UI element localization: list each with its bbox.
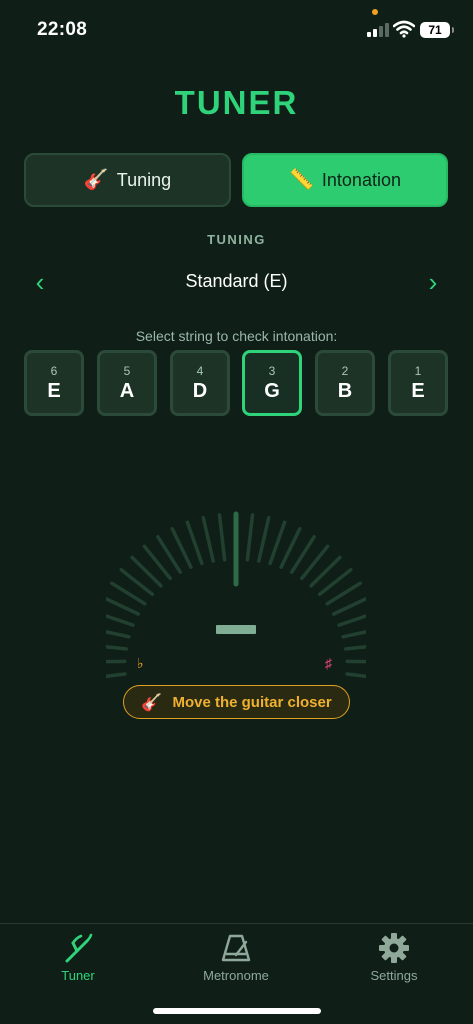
- status-bar: 22:08 71: [0, 0, 473, 60]
- string-note: A: [119, 380, 135, 402]
- string-number: 5: [123, 364, 131, 378]
- gauge-tick: [89, 672, 127, 681]
- string-note: B: [337, 380, 353, 402]
- tab-metronome[interactable]: Metronome: [176, 932, 296, 983]
- string-note: E: [411, 380, 425, 402]
- guitar-icon: 🎸: [83, 169, 109, 191]
- pitch-indicator: [216, 625, 256, 634]
- tab-label: Settings: [370, 968, 418, 983]
- signal-warning-badge: 🎸 Move the guitar closer: [123, 685, 350, 719]
- gauge-tick: [268, 520, 287, 566]
- string-button-4[interactable]: 4 D: [170, 350, 230, 416]
- home-indicator: [153, 1008, 321, 1014]
- tuning-selector: ‹ Standard (E) ›: [0, 262, 473, 302]
- tuning-mode-label: Tuning: [116, 169, 172, 190]
- gauge-tick: [345, 672, 383, 681]
- flat-icon: ♭: [137, 655, 144, 671]
- signal-warning-text: Move the guitar closer: [172, 693, 332, 711]
- string-number: 1: [414, 364, 422, 378]
- string-button-5[interactable]: 5 A: [97, 350, 157, 416]
- ruler-icon: 📏: [289, 169, 314, 191]
- gauge-tick: [344, 643, 384, 651]
- tuning-mode-button[interactable]: 🎸 Tuning: [24, 153, 231, 207]
- intonation-mode-button[interactable]: 📏 Intonation: [242, 153, 448, 207]
- gauge-tick: [245, 513, 255, 562]
- gauge-tick: [185, 520, 204, 566]
- next-tuning-button[interactable]: ›: [418, 267, 448, 297]
- gauge-tick: [201, 515, 215, 563]
- gauge-tick: [337, 611, 377, 627]
- string-note: G: [264, 380, 280, 402]
- gauge-tick: [88, 643, 128, 651]
- tab-label: Tuner: [61, 968, 95, 983]
- string-button-2[interactable]: 2 B: [315, 350, 375, 416]
- string-button-6[interactable]: 6 E: [24, 350, 84, 416]
- tuner-screen: 22:08 71 TUNER 🎸 Tuning 📏 Intonation TUN…: [0, 0, 473, 1024]
- string-number: 6: [50, 364, 58, 378]
- tab-tuner[interactable]: Tuner: [18, 932, 138, 983]
- gauge-tick: [257, 515, 271, 563]
- gauge-tick: [102, 596, 141, 616]
- tuning-gauge: [88, 500, 384, 681]
- intonation-mode-label: Intonation: [321, 169, 401, 190]
- gauge-ticks: [88, 511, 384, 681]
- string-button-1[interactable]: 1 E: [388, 350, 448, 416]
- string-number: 4: [196, 364, 204, 378]
- metronome-icon: [221, 934, 251, 962]
- tab-settings[interactable]: Settings: [334, 932, 454, 983]
- signal-icon: [367, 23, 389, 37]
- sharp-icon: ♯: [325, 655, 332, 671]
- gauge-tick: [341, 627, 381, 639]
- guitar-icon: 🎸: [141, 692, 163, 712]
- string-button-3[interactable]: 3 G: [242, 350, 302, 416]
- gear-icon: [379, 933, 409, 963]
- camera-indicator-icon: [372, 9, 378, 15]
- string-number: 2: [341, 364, 349, 378]
- tab-label: Metronome: [203, 968, 269, 983]
- tuning-name: Standard (E): [185, 271, 288, 291]
- tuning-section-label: TUNING: [207, 232, 266, 247]
- page-title: TUNER: [174, 84, 299, 121]
- string-selector: 6 E 5 A 4 D 3 G 2 B 1 E: [24, 350, 449, 418]
- string-note: D: [192, 380, 208, 402]
- string-note: E: [47, 380, 61, 402]
- string-number: 3: [268, 364, 276, 378]
- gauge-tick: [331, 596, 370, 616]
- wifi-icon: [393, 20, 415, 38]
- gauge-tick: [217, 513, 227, 562]
- status-time: 22:08: [37, 19, 88, 40]
- battery-icon: 71: [420, 22, 454, 38]
- gauge-tick: [91, 627, 131, 639]
- tuning-fork-icon: [65, 933, 93, 963]
- string-select-hint: Select string to check intonation:: [135, 328, 338, 344]
- gauge-tick: [95, 611, 135, 627]
